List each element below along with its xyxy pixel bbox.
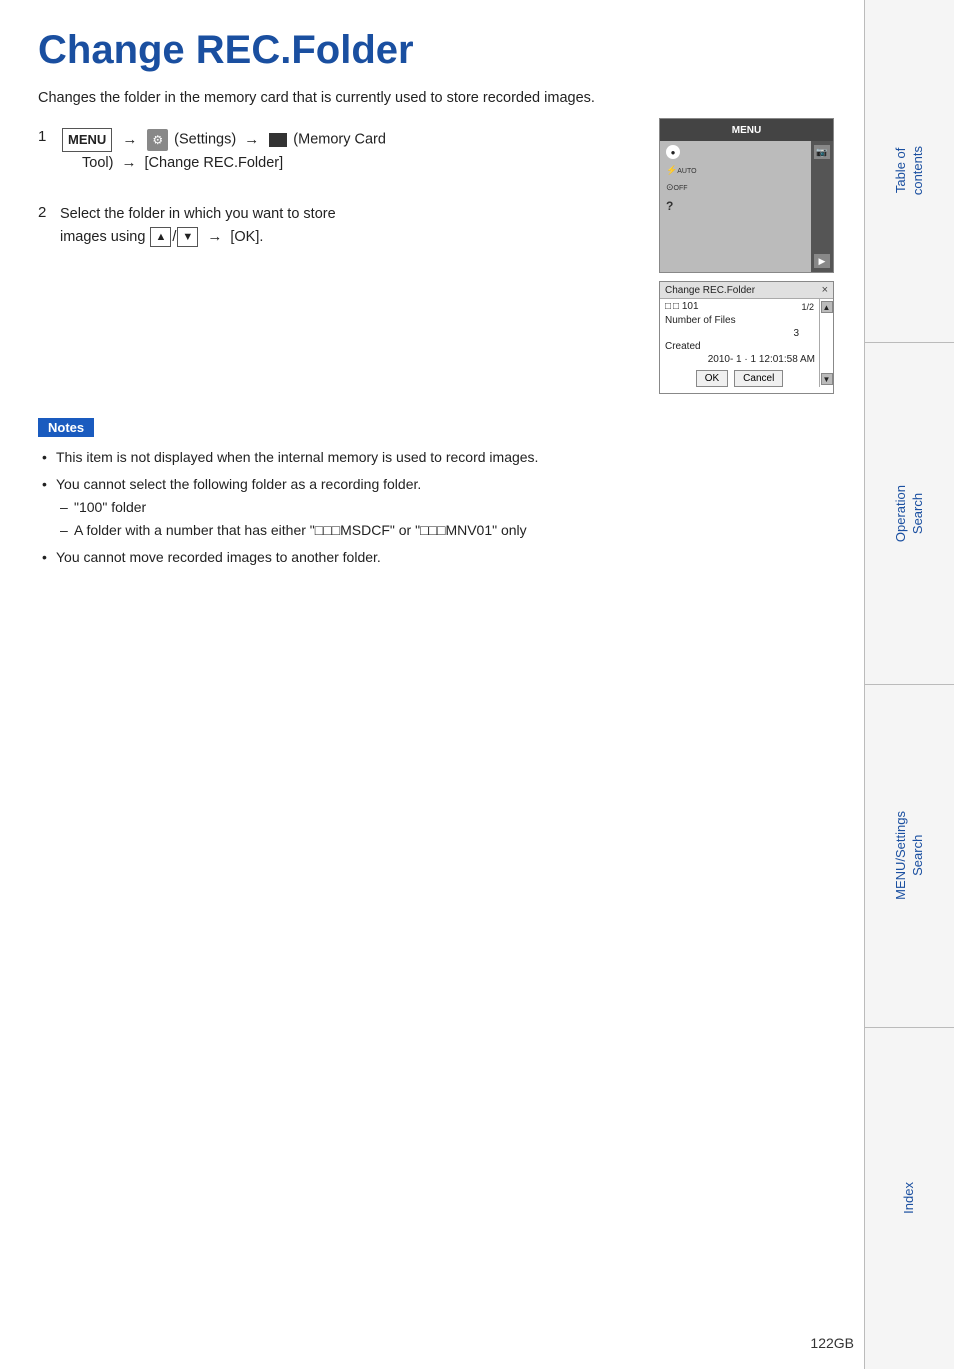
step-2: 2 Select the folder in which you want to…: [38, 204, 639, 249]
notes-sub-list: "100" folder A folder with a number that…: [56, 497, 834, 541]
step-1-text: MENU → ⚙ (Settings) → (Memory Card Tool)…: [60, 128, 386, 174]
arrow-1: →: [122, 131, 137, 148]
cam-icon-off-row: ⊙OFF: [666, 182, 803, 193]
dialog-title: Change REC.Folder: [665, 285, 755, 296]
dialog-ok-button[interactable]: OK: [696, 370, 728, 387]
notes-item-2: You cannot select the following folder a…: [38, 474, 834, 541]
dialog-close-icon[interactable]: ×: [822, 284, 828, 296]
memory-icon-badge: [269, 133, 287, 147]
scroll-up-btn[interactable]: ▲: [821, 301, 833, 313]
settings-label: (Settings): [174, 132, 236, 148]
step-2-line: 2 Select the folder in which you want to…: [38, 204, 639, 249]
main-content: Change REC.Folder Changes the folder in …: [0, 0, 864, 1369]
page-title: Change REC.Folder: [38, 28, 834, 72]
dialog-cancel-button[interactable]: Cancel: [734, 370, 783, 387]
cam-icon-circle: ●: [666, 145, 680, 159]
cam-icon-question-row: ?: [666, 199, 803, 213]
cam-icons-list: ● ⚡AUTO ⊙OFF ?: [666, 145, 827, 213]
sidebar-menu-label: MENU/SettingsSearch: [893, 803, 927, 908]
sidebar-index-label: Index: [901, 1174, 918, 1222]
change-rec-label: [Change REC.Folder]: [145, 155, 284, 171]
sidebar-section-index[interactable]: Index: [864, 1028, 954, 1369]
memory-card-label: (Memory Card: [293, 132, 386, 148]
steps-area: 1 MENU → ⚙ (Settings) → (Memory Card Too…: [38, 128, 834, 394]
sidebar-toc-label: Table ofcontents: [893, 138, 927, 203]
arrow-ok: →: [207, 228, 222, 245]
sidebar-section-operation[interactable]: OperationSearch: [864, 343, 954, 686]
dialog-scrollbar[interactable]: ▲ ▼: [819, 299, 833, 387]
step-1-num: 1: [38, 128, 54, 145]
cam-right-panel: 📷 ▶: [811, 141, 833, 272]
steps-left: 1 MENU → ⚙ (Settings) → (Memory Card Too…: [38, 128, 639, 394]
menu-badge: MENU: [62, 128, 112, 152]
right-sidebar: Table ofcontents OperationSearch MENU/Se…: [864, 0, 954, 1369]
cam-icon-question: ?: [666, 199, 673, 213]
dialog-folder-num: □ 101: [673, 301, 699, 312]
scroll-down-btn[interactable]: ▼: [821, 373, 833, 385]
dialog-box: Change REC.Folder × □ □ 101 1/2 Number o…: [659, 281, 834, 394]
cam-icon-play: ▶: [814, 254, 830, 268]
step-1: 1 MENU → ⚙ (Settings) → (Memory Card Too…: [38, 128, 639, 174]
dialog-created-label-row: Created: [660, 340, 819, 353]
notes-badge: Notes: [38, 418, 94, 437]
tool-label: Tool): [82, 155, 113, 171]
cam-body: ● ⚡AUTO ⊙OFF ? 📷 ▶: [660, 141, 833, 272]
step-1-line: 1 MENU → ⚙ (Settings) → (Memory Card Too…: [38, 128, 639, 174]
step-2-text: Select the folder in which you want to s…: [60, 204, 336, 249]
sidebar-section-menu[interactable]: MENU/SettingsSearch: [864, 685, 954, 1028]
dialog-buttons: OK Cancel: [660, 370, 819, 387]
dialog-created-value-row: 2010- 1 · 1 12:01:58 AM: [660, 353, 819, 366]
sidebar-section-toc[interactable]: Table ofcontents: [864, 0, 954, 343]
dialog-pagination: 1/2: [801, 302, 814, 312]
nav-down-badge: ▼: [177, 227, 198, 248]
dialog-files-value: 3: [793, 328, 799, 339]
notes-sub-item-2: A folder with a number that has either "…: [56, 520, 834, 541]
dialog-main: □ □ 101 1/2 Number of Files 3 Created: [660, 299, 819, 387]
cam-icon-circle-row: ●: [666, 145, 803, 159]
camera-screen: MENU ● ⚡AUTO ⊙OFF ?: [659, 118, 834, 394]
cam-icon-photo: 📷: [814, 145, 830, 159]
notes-item-3: You cannot move recorded images to anoth…: [38, 547, 834, 568]
page-number: 122GB: [810, 1335, 854, 1351]
cam-main-screen: MENU ● ⚡AUTO ⊙OFF ?: [659, 118, 834, 273]
sidebar-operation-label: OperationSearch: [893, 477, 927, 550]
notes-section: Notes This item is not displayed when th…: [38, 418, 834, 568]
dialog-folder-icon: □: [665, 301, 671, 312]
dialog-created-value: 2010- 1 · 1 12:01:58 AM: [708, 354, 815, 365]
notes-list: This item is not displayed when the inte…: [38, 447, 834, 568]
step-2-num: 2: [38, 204, 54, 221]
nav-up-badge: ▲: [150, 227, 171, 248]
cam-icon-off: ⊙OFF: [666, 182, 688, 193]
arrow-3: →: [121, 154, 136, 171]
dialog-files-row: Number of Files: [660, 314, 819, 327]
dialog-created-label: Created: [665, 341, 701, 352]
dialog-folder-row: □ □ 101 1/2: [660, 299, 819, 314]
dialog-content: □ □ 101 1/2 Number of Files 3 Created: [660, 299, 833, 387]
cam-menu-label: MENU: [732, 125, 761, 136]
cam-icon-auto: ⚡AUTO: [666, 165, 697, 176]
dialog-files-label: Number of Files: [665, 315, 736, 326]
dialog-files-value-row: 3: [660, 327, 819, 340]
notes-sub-item-1: "100" folder: [56, 497, 834, 518]
dialog-title-bar: Change REC.Folder ×: [660, 282, 833, 299]
description: Changes the folder in the memory card th…: [38, 90, 834, 106]
settings-icon-badge: ⚙: [147, 129, 168, 151]
cam-icon-auto-row: ⚡AUTO: [666, 165, 803, 176]
notes-item-1: This item is not displayed when the inte…: [38, 447, 834, 468]
cam-top-bar: MENU: [660, 119, 833, 141]
arrow-2: →: [244, 131, 259, 148]
